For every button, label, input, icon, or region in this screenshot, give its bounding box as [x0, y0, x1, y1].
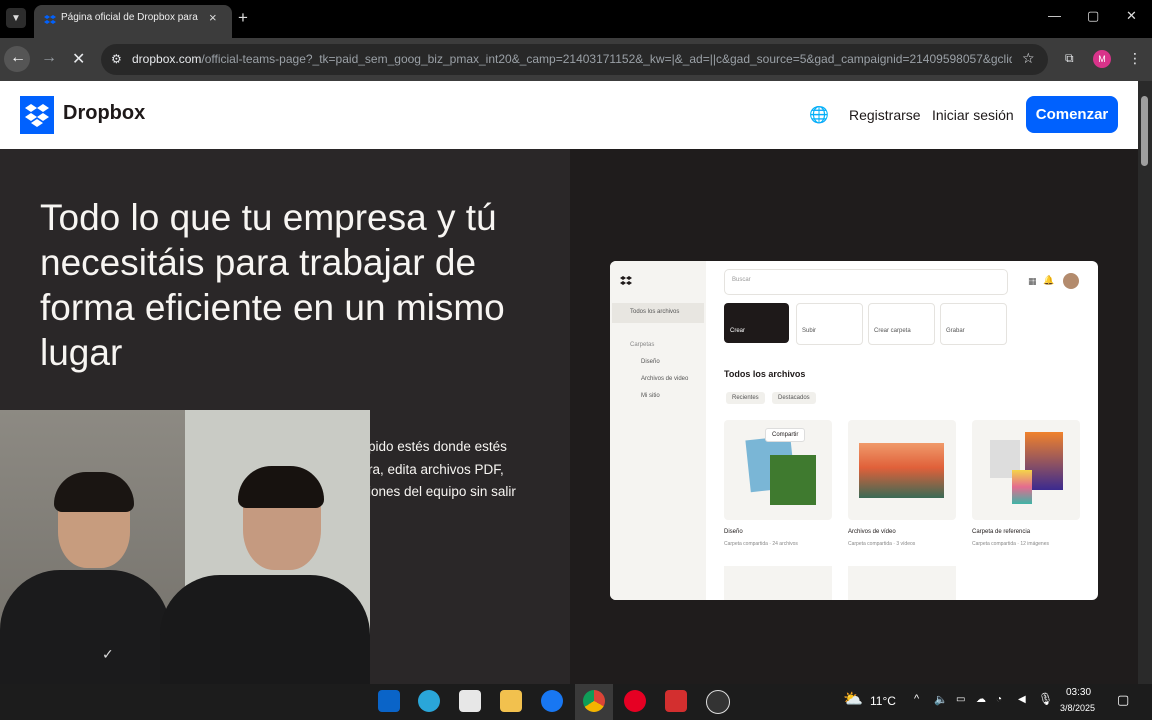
browser-menu-icon[interactable]: ⋮: [1128, 50, 1142, 67]
hero-subtext: pido estés donde estés ra, edita archivo…: [368, 436, 568, 504]
mockup-action-record: [940, 303, 1007, 345]
mockup-avatar: [1063, 273, 1079, 289]
mockup-photo-ref3: [1012, 470, 1032, 504]
url-text[interactable]: dropbox.com/official-teams-page?_tk=paid…: [132, 52, 1012, 66]
minimize-button[interactable]: —: [1048, 8, 1061, 23]
mockup-action-label: Crear carpeta: [874, 328, 911, 334]
mockup-bell-icon: 🔔: [1043, 275, 1055, 285]
mockup-search-box: [724, 269, 1008, 295]
mockup-action-create: [724, 303, 789, 343]
notifications-icon[interactable]: ▢: [1117, 692, 1129, 708]
logo-wordmark[interactable]: Dropbox: [63, 102, 145, 125]
weather-temp[interactable]: 11°C: [870, 694, 896, 708]
restore-button[interactable]: ▢: [1087, 8, 1099, 24]
dropbox-logo-icon[interactable]: [20, 96, 54, 134]
new-tab-button[interactable]: +: [238, 8, 248, 28]
clock-time[interactable]: 03:30: [1066, 687, 1091, 698]
mockup-logo-icon: [620, 276, 632, 285]
pinterest-icon[interactable]: [624, 690, 646, 712]
mockup-search-text: Buscar: [732, 277, 751, 283]
weather-icon[interactable]: ⛅: [843, 689, 863, 709]
stop-loading-button[interactable]: ✕: [72, 49, 85, 69]
battery-icon[interactable]: ▭: [956, 694, 965, 705]
outlook-icon[interactable]: [378, 690, 400, 712]
mockup-card-thumb: [848, 566, 956, 600]
mockup-filter: Destacados: [772, 392, 816, 404]
mockup-section-title: Todos los archivos: [724, 369, 806, 379]
webcam-person-hair: [238, 466, 324, 508]
tab-search-button[interactable]: ▼: [6, 8, 26, 28]
hero-subtext-line: iones del equipo sin salir: [368, 484, 516, 499]
nike-logo-icon: ✓: [102, 646, 114, 662]
close-window-button[interactable]: ✕: [1126, 8, 1137, 24]
mockup-card-meta: Carpeta compartida · 24 archivos: [724, 541, 798, 547]
start-button[interactable]: Comenzar: [1026, 96, 1118, 133]
speaker-icon[interactable]: ◀: [1018, 694, 1026, 705]
mockup-action-label: Subir: [802, 328, 817, 334]
mockup-side-item: Mi sitio: [641, 393, 660, 399]
volume-icon[interactable]: 🔈: [934, 693, 948, 706]
mockup-filter: Recientes: [726, 392, 765, 404]
chevron-up-icon[interactable]: ^: [914, 693, 919, 705]
dropbox-box-icon: [25, 104, 49, 127]
url-path: /official-teams-page?_tk=paid_sem_goog_b…: [201, 52, 1012, 66]
site-info-icon[interactable]: ⚙: [111, 52, 122, 66]
wifi-icon[interactable]: ◔: [996, 694, 1002, 705]
mockup-action-label: Crear: [730, 328, 746, 334]
login-link[interactable]: Iniciar sesión: [932, 107, 1014, 123]
mockup-card-meta: Carpeta compartida · 12 imágenes: [972, 541, 1049, 547]
mockup-action-upload: [796, 303, 863, 345]
webcam-overlay: ✓: [0, 410, 370, 720]
scrollbar-thumb[interactable]: [1141, 96, 1148, 166]
mockup-action-label: Grabar: [946, 328, 965, 334]
mockup-card-thumb: [724, 566, 832, 600]
mockup-card-name: Archivos de vídeo: [848, 529, 896, 535]
tab-title: Página oficial de Dropbox para: [61, 12, 198, 23]
mockup-side-item: Archivos de video: [641, 376, 689, 382]
mockup-photo-sunset: [859, 443, 944, 498]
forward-button[interactable]: →: [41, 49, 57, 67]
dropbox-favicon-icon: [44, 15, 56, 24]
mockup-side-item: Diseño: [641, 359, 660, 365]
register-link[interactable]: Registrarse: [849, 107, 921, 123]
profile-avatar[interactable]: M: [1093, 50, 1111, 68]
hero-subtext-line: ra, edita archivos PDF,: [368, 461, 504, 477]
mockup-action-folder: [868, 303, 935, 345]
obs-icon[interactable]: [706, 690, 730, 714]
mockup-card-name: Diseño: [724, 529, 743, 535]
bookmark-star-icon[interactable]: ☆: [1022, 50, 1035, 67]
file-explorer-icon[interactable]: [500, 690, 522, 712]
network-icon[interactable]: ☁: [976, 694, 986, 705]
tab-close-icon[interactable]: ×: [209, 10, 217, 25]
extensions-icon[interactable]: ⧉: [1065, 51, 1074, 66]
mockup-grid-icon: ▦: [1028, 276, 1037, 286]
hero-subtext-line: pido estés donde estés: [368, 439, 507, 454]
hero-headline: Todo lo que tu empresa y tú necesitáis p…: [40, 197, 505, 373]
store-icon[interactable]: [459, 690, 481, 712]
mockup-side-all: Todos los archivos: [630, 309, 680, 315]
edge-icon[interactable]: [418, 690, 440, 712]
mockup-side-section: Carpetas: [630, 342, 655, 348]
mockup-share-button: Compartir: [765, 428, 806, 442]
language-globe-icon[interactable]: 🌐: [809, 105, 829, 125]
chevron-down-icon: ▼: [11, 12, 21, 24]
url-host: dropbox.com: [132, 52, 202, 66]
office-icon[interactable]: [665, 690, 687, 712]
microphone-icon[interactable]: 🎙: [1038, 692, 1053, 706]
clock-date[interactable]: 3/8/2025: [1060, 703, 1095, 713]
page-scrollbar[interactable]: [1138, 81, 1152, 684]
chrome-icon[interactable]: [583, 690, 605, 712]
facebook-icon[interactable]: [541, 690, 563, 712]
mockup-card-name: Carpeta de referencia: [972, 529, 1031, 535]
mockup-photo-forest: [770, 455, 816, 505]
arrow-left-icon: ←: [10, 49, 26, 66]
mockup-card-meta: Carpeta compartida · 3 vídeos: [848, 541, 916, 547]
